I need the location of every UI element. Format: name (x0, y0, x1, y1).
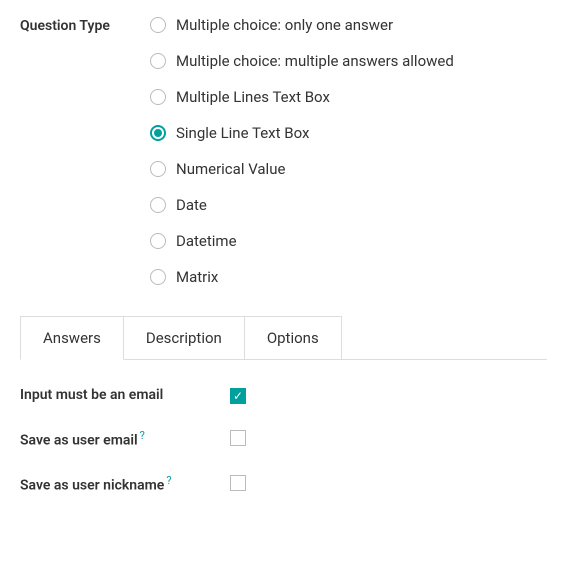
radio-multiple-choice-one[interactable]: Multiple choice: only one answer (150, 16, 454, 34)
save-email-checkbox[interactable] (230, 430, 246, 446)
radio-multiple-choice-multiple[interactable]: Multiple choice: multiple answers allowe… (150, 52, 454, 70)
tabs: Answers Description Options (20, 316, 547, 359)
input-email-checkbox[interactable]: ✓ (230, 388, 246, 404)
radio-icon (150, 197, 166, 213)
radio-label: Multiple choice: multiple answers allowe… (176, 52, 454, 70)
radio-icon-selected (150, 125, 166, 141)
save-email-text: Save as user email (20, 432, 138, 448)
radio-icon (150, 53, 166, 69)
save-email-row: Save as user email? (20, 428, 547, 451)
input-email-row: Input must be an email ✓ (20, 386, 547, 406)
radio-label: Multiple Lines Text Box (176, 88, 330, 106)
help-icon[interactable]: ? (140, 429, 145, 442)
radio-single-line-text[interactable]: Single Line Text Box (150, 124, 454, 142)
tab-content-answers: Input must be an email ✓ Save as user em… (20, 360, 547, 496)
question-type-row: Question Type Multiple choice: only one … (20, 16, 547, 286)
radio-date[interactable]: Date (150, 196, 454, 214)
radio-multiple-lines-text[interactable]: Multiple Lines Text Box (150, 88, 454, 106)
radio-label: Date (176, 196, 207, 214)
radio-icon (150, 161, 166, 177)
help-icon[interactable]: ? (166, 474, 171, 487)
question-type-label: Question Type (20, 16, 150, 34)
radio-icon (150, 17, 166, 33)
radio-matrix[interactable]: Matrix (150, 268, 454, 286)
radio-label: Single Line Text Box (176, 124, 309, 142)
radio-datetime[interactable]: Datetime (150, 232, 454, 250)
save-email-label: Save as user email? (20, 428, 230, 451)
check-icon: ✓ (233, 390, 243, 402)
radio-numerical-value[interactable]: Numerical Value (150, 160, 454, 178)
tab-options[interactable]: Options (244, 316, 342, 359)
save-nickname-row: Save as user nickname? (20, 473, 547, 496)
tab-description[interactable]: Description (123, 316, 245, 359)
radio-label: Numerical Value (176, 160, 285, 178)
tab-answers[interactable]: Answers (20, 316, 124, 360)
save-nickname-text: Save as user nickname (20, 478, 164, 494)
radio-icon (150, 233, 166, 249)
input-email-label: Input must be an email (20, 386, 230, 406)
tabs-container: Answers Description Options (20, 316, 547, 360)
save-nickname-checkbox[interactable] (230, 475, 246, 491)
save-nickname-label: Save as user nickname? (20, 473, 230, 496)
radio-label: Matrix (176, 268, 218, 286)
radio-icon (150, 269, 166, 285)
radio-label: Multiple choice: only one answer (176, 16, 393, 34)
question-type-radio-group: Multiple choice: only one answer Multipl… (150, 16, 454, 286)
radio-label: Datetime (176, 232, 237, 250)
radio-icon (150, 89, 166, 105)
input-email-text: Input must be an email (20, 387, 163, 403)
